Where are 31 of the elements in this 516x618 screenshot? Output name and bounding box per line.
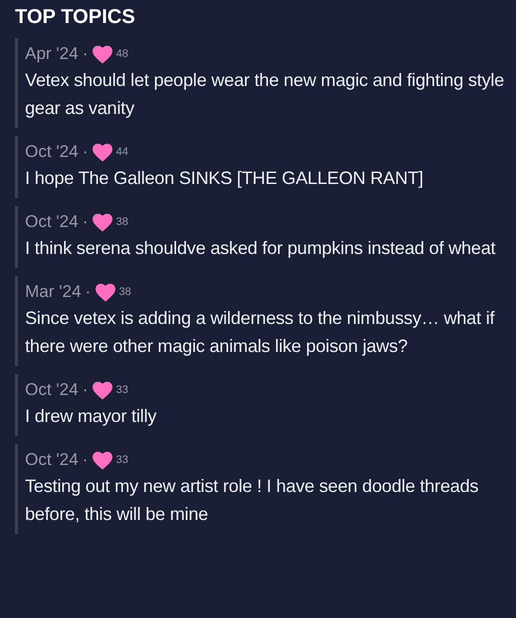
topic-date: Oct '24 — [25, 141, 78, 163]
like-count: 38 — [116, 215, 128, 230]
heart-icon — [92, 450, 113, 470]
separator-dot: · — [82, 379, 88, 401]
topic-link[interactable]: Vetex should let people wear the new magic and fighting style gear as vanity — [25, 66, 510, 122]
topic-link[interactable]: Testing out my new artist role ! I have seen doodle threads before, this will be mine — [25, 472, 510, 528]
like-count: 33 — [116, 453, 128, 468]
topic-link[interactable]: I hope The Galleon SINKS [THE GALLEON RANT] — [25, 164, 510, 192]
separator-dot: · — [85, 281, 91, 303]
heart-icon — [92, 142, 113, 162]
like-count: 44 — [116, 145, 128, 160]
heart-icon — [92, 44, 114, 64]
like-count: 38 — [118, 285, 132, 300]
separator-dot: · — [82, 449, 88, 471]
heart-icon — [92, 212, 113, 232]
topic-link[interactable]: I drew mayor tilly — [25, 402, 510, 430]
topic-link[interactable]: Since vetex is adding a wilderness to the nimbussy… what if there were other magic animals like poison jaws? — [25, 304, 510, 360]
topic-date: Oct '24 — [25, 211, 78, 233]
topic-date: Oct '24 — [25, 379, 78, 401]
topic-date: Mar '24 — [25, 281, 82, 303]
separator-dot: · — [82, 141, 88, 163]
topic-link[interactable]: I think serena shouldve asked for pumpkins instead of wheat — [25, 234, 510, 262]
separator-dot: · — [82, 211, 88, 233]
like-count: 48 — [116, 47, 128, 62]
heart-icon — [92, 380, 113, 400]
topic-date: Apr '24 — [25, 43, 78, 65]
separator-dot: · — [82, 43, 88, 65]
topic-date: Oct '24 — [25, 449, 78, 471]
section-heading: TOP TOPICS — [15, 5, 136, 30]
like-count: 33 — [116, 383, 128, 398]
heart-icon — [94, 282, 116, 302]
